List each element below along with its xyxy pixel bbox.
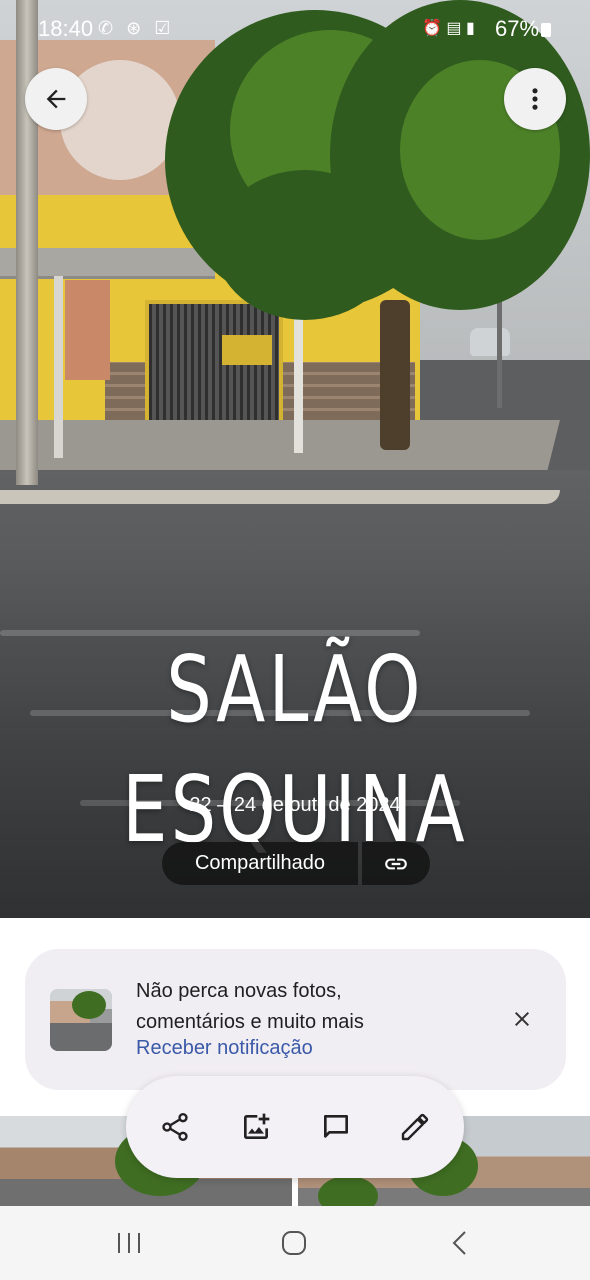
share-icon <box>162 1113 188 1141</box>
add-photos-button[interactable] <box>234 1105 278 1149</box>
photo-gate-panel <box>222 335 272 365</box>
battery-icon <box>541 23 552 37</box>
status-system-icons: ⏰ ▤ ▮ <box>422 18 475 38</box>
arrow-left-icon <box>46 89 66 109</box>
album-title: SALÃO ESQUINA <box>122 636 468 863</box>
status-time: 18:40 <box>38 16 94 41</box>
share-button[interactable] <box>153 1105 197 1149</box>
get-notification-link[interactable]: Receber notificação <box>136 1037 313 1060</box>
recents-icon <box>118 1233 140 1253</box>
close-icon <box>515 1012 529 1026</box>
add-photo-icon <box>244 1113 270 1139</box>
whatsapp-icon: ✆ <box>98 18 118 38</box>
edit-button[interactable] <box>393 1105 437 1149</box>
copy-link-button[interactable] <box>362 842 430 885</box>
recents-button[interactable] <box>109 1228 149 1258</box>
status-notification-icons: ✆ ⊛ ☑ <box>98 18 174 39</box>
edit-icon <box>401 1113 429 1141</box>
dismiss-button[interactable] <box>507 1004 537 1034</box>
check-icon: ☑ <box>154 18 175 38</box>
alarm-icon: ⏰ <box>422 20 442 37</box>
back-button[interactable] <box>25 68 87 130</box>
link-icon <box>385 858 407 869</box>
comment-icon <box>324 1115 348 1138</box>
photo-curb <box>0 490 560 504</box>
more-vertical-icon <box>532 88 538 110</box>
home-button[interactable] <box>274 1228 314 1258</box>
photo-shop-sign <box>65 280 110 380</box>
photo-tree-crown <box>215 170 395 320</box>
notification-card: Não perca novas fotos, comentários e mui… <box>25 949 566 1090</box>
battery-level: 67% <box>495 16 540 41</box>
album-actions-bar <box>126 1076 464 1178</box>
5g-icon: ▤ <box>446 20 462 37</box>
back-icon <box>452 1231 466 1255</box>
photo-post <box>294 318 303 453</box>
signal-icon: ▮ <box>465 20 475 37</box>
notification-message: Não perca novas fotos, comentários e mui… <box>136 980 364 1033</box>
photo-tree-trunk <box>380 300 410 450</box>
thumbnail-tree <box>318 1176 378 1206</box>
shared-chip-label: Compartilhado <box>194 852 326 874</box>
photo-far-pole <box>497 300 502 408</box>
thumbnail-road <box>50 1023 112 1051</box>
status-bar: 18:40 ✆ ⊛ ☑ ⏰ ▤ ▮ 67% <box>0 0 590 60</box>
battery-indicator: 67% <box>495 16 552 42</box>
shared-chip[interactable]: Compartilhado <box>162 842 358 885</box>
album-thumbnail <box>50 989 112 1051</box>
album-date-range: 22 – 24 de out. de 2024 <box>189 794 401 816</box>
comments-button[interactable] <box>314 1105 358 1149</box>
photo-utility-pole <box>16 0 38 485</box>
system-nav-bar <box>0 1206 590 1280</box>
system-back-button[interactable] <box>440 1228 480 1258</box>
more-options-button[interactable] <box>504 68 566 130</box>
home-icon <box>282 1231 306 1255</box>
photo-awning-post <box>54 276 63 458</box>
news-icon: ⊛ <box>126 18 146 38</box>
photo-car <box>470 328 510 356</box>
thumbnail-tree <box>72 991 106 1019</box>
